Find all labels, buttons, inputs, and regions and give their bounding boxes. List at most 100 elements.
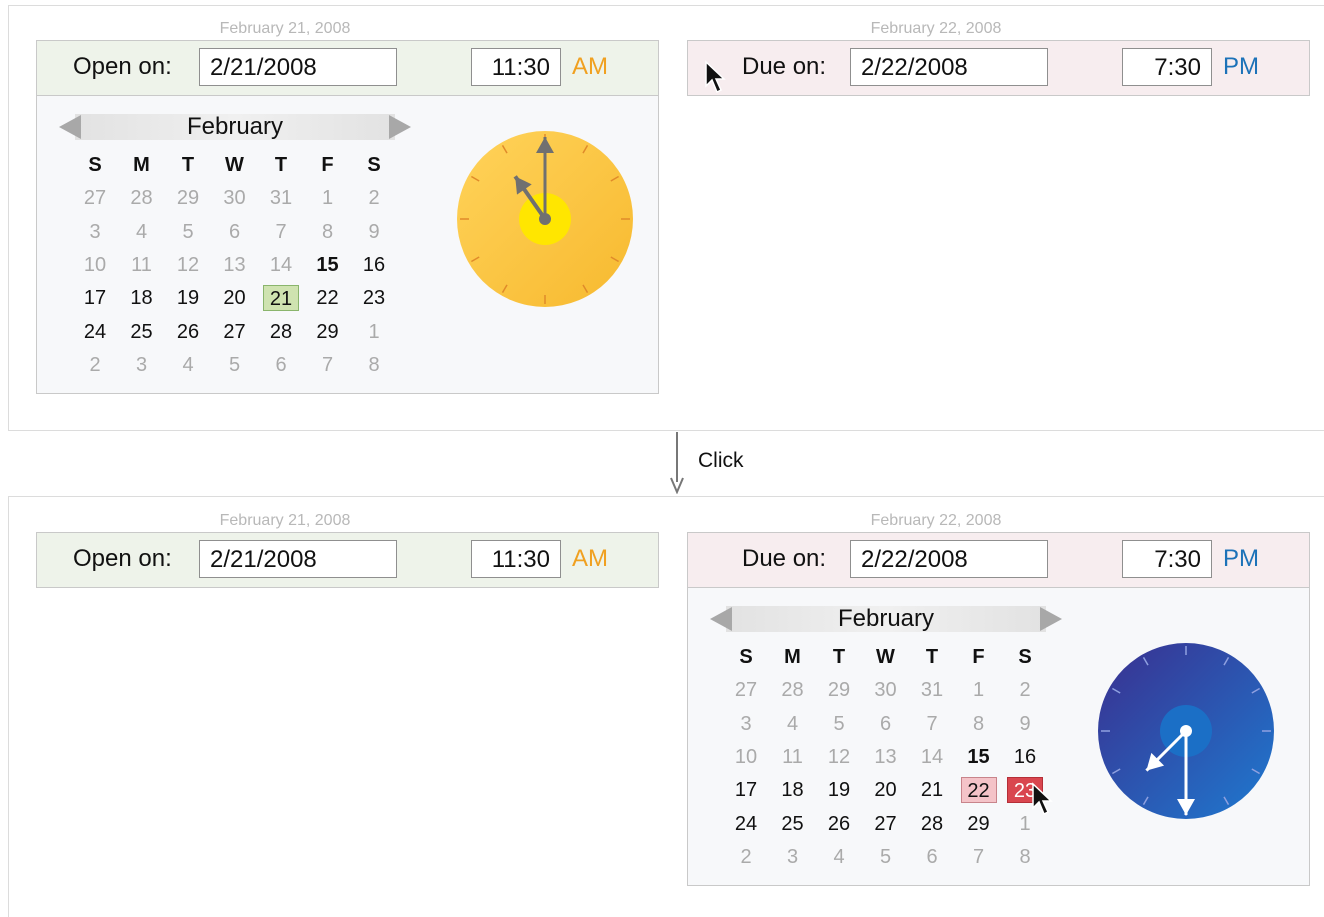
calendar-day[interactable]: 19	[821, 777, 857, 803]
open-on-bar: Open on: 2/21/2008 11:30 AM	[36, 532, 659, 588]
calendar-day[interactable]: 29	[170, 185, 206, 211]
calendar-day[interactable]: 6	[914, 844, 950, 870]
calendar-day[interactable]: 9	[1007, 711, 1043, 737]
calendar-day[interactable]: 25	[775, 811, 811, 837]
calendar-day-selected[interactable]: 22	[960, 777, 997, 804]
calendar-day[interactable]: 10	[77, 252, 113, 278]
weekday-header: F	[972, 646, 985, 668]
calendar-day[interactable]: 4	[821, 844, 857, 870]
calendar-day[interactable]: 20	[217, 285, 253, 311]
calendar-day[interactable]: 9	[356, 219, 392, 245]
due-time-input[interactable]: 7:30	[1122, 48, 1212, 86]
calendar-day[interactable]: 31	[263, 185, 299, 211]
open-ampm-toggle[interactable]: AM	[572, 545, 608, 573]
weekday-header: S	[367, 154, 381, 176]
calendar-day[interactable]: 5	[868, 844, 904, 870]
calendar-day[interactable]: 10	[728, 744, 764, 770]
calendar-day[interactable]: 28	[263, 319, 299, 345]
calendar-day[interactable]: 2	[77, 352, 113, 378]
calendar-day[interactable]: 24	[728, 811, 764, 837]
calendar-day[interactable]: 24	[77, 319, 113, 345]
calendar-day[interactable]: 1	[310, 185, 346, 211]
calendar-day-selected[interactable]: 21	[263, 285, 299, 312]
due-ampm-toggle[interactable]: PM	[1223, 53, 1259, 81]
calendar-day[interactable]: 3	[728, 711, 764, 737]
analog-clock-pm[interactable]	[1096, 641, 1276, 821]
calendar-day[interactable]: 1	[961, 677, 997, 703]
calendar-day[interactable]: 27	[77, 185, 113, 211]
calendar-day[interactable]: 12	[170, 252, 206, 278]
open-time-input[interactable]: 11:30	[471, 48, 561, 86]
calendar-day[interactable]: 4	[170, 352, 206, 378]
due-time-input[interactable]: 7:30	[1122, 540, 1212, 578]
weekday-header: T	[925, 646, 939, 668]
calendar-day[interactable]: 15	[961, 744, 997, 770]
calendar-day[interactable]: 8	[310, 219, 346, 245]
calendar-day[interactable]: 30	[868, 677, 904, 703]
calendar-day[interactable]: 7	[310, 352, 346, 378]
calendar-day[interactable]: 28	[775, 677, 811, 703]
due-date-input[interactable]: 2/22/2008	[850, 540, 1048, 578]
calendar-day[interactable]: 3	[775, 844, 811, 870]
calendar-day[interactable]: 19	[170, 285, 206, 311]
calendar-day[interactable]: 5	[821, 711, 857, 737]
calendar-day[interactable]: 27	[728, 677, 764, 703]
calendar-day[interactable]: 1	[356, 319, 392, 345]
calendar-day[interactable]: 3	[77, 219, 113, 245]
calendar-day[interactable]: 4	[775, 711, 811, 737]
calendar-day[interactable]: 14	[914, 744, 950, 770]
calendar-day[interactable]: 27	[217, 319, 253, 345]
calendar-day[interactable]: 15	[310, 252, 346, 278]
calendar-day[interactable]: 26	[170, 319, 206, 345]
calendar-day[interactable]: 8	[961, 711, 997, 737]
calendar-day[interactable]: 23	[356, 285, 392, 311]
calendar-day[interactable]: 26	[821, 811, 857, 837]
due-date-input[interactable]: 2/22/2008	[850, 48, 1048, 86]
calendar-day[interactable]: 7	[263, 219, 299, 245]
calendar-day[interactable]: 5	[170, 219, 206, 245]
calendar-day[interactable]: 28	[124, 185, 160, 211]
calendar-day[interactable]: 11	[775, 744, 811, 770]
calendar-day[interactable]: 12	[821, 744, 857, 770]
open-time-input[interactable]: 11:30	[471, 540, 561, 578]
calendar-day[interactable]: 16	[1007, 744, 1043, 770]
calendar-day[interactable]: 31	[914, 677, 950, 703]
calendar-day[interactable]: 18	[124, 285, 160, 311]
calendar-day[interactable]: 5	[217, 352, 253, 378]
calendar-day[interactable]: 7	[914, 711, 950, 737]
calendar-day[interactable]: 27	[868, 811, 904, 837]
calendar-day[interactable]: 28	[914, 811, 950, 837]
open-date-input[interactable]: 2/21/2008	[199, 540, 397, 578]
calendar-day[interactable]: 14	[263, 252, 299, 278]
calendar-day[interactable]: 30	[217, 185, 253, 211]
open-date-input[interactable]: 2/21/2008	[199, 48, 397, 86]
calendar-day[interactable]: 8	[356, 352, 392, 378]
calendar-day[interactable]: 18	[775, 777, 811, 803]
calendar-day[interactable]: 6	[868, 711, 904, 737]
calendar-day[interactable]: 2	[728, 844, 764, 870]
analog-clock-am[interactable]	[455, 129, 635, 309]
calendar-day[interactable]: 17	[728, 777, 764, 803]
calendar-day[interactable]: 3	[124, 352, 160, 378]
calendar-day[interactable]: 2	[1007, 677, 1043, 703]
calendar-day[interactable]: 13	[217, 252, 253, 278]
calendar-day[interactable]: 20	[868, 777, 904, 803]
calendar-day[interactable]: 4	[124, 219, 160, 245]
calendar-day[interactable]: 17	[77, 285, 113, 311]
calendar-day[interactable]: 11	[124, 252, 160, 278]
calendar-day[interactable]: 29	[961, 811, 997, 837]
open-ampm-toggle[interactable]: AM	[572, 53, 608, 81]
calendar-day[interactable]: 29	[821, 677, 857, 703]
calendar-day[interactable]: 16	[356, 252, 392, 278]
calendar-day[interactable]: 2	[356, 185, 392, 211]
calendar-day[interactable]: 6	[263, 352, 299, 378]
calendar-day[interactable]: 21	[914, 777, 950, 803]
calendar-day[interactable]: 8	[1007, 844, 1043, 870]
calendar-day[interactable]: 29	[310, 319, 346, 345]
calendar-day[interactable]: 25	[124, 319, 160, 345]
calendar-day[interactable]: 22	[310, 285, 346, 311]
calendar-day[interactable]: 13	[868, 744, 904, 770]
calendar-day[interactable]: 6	[217, 219, 253, 245]
due-ampm-toggle[interactable]: PM	[1223, 545, 1259, 573]
calendar-day[interactable]: 7	[961, 844, 997, 870]
